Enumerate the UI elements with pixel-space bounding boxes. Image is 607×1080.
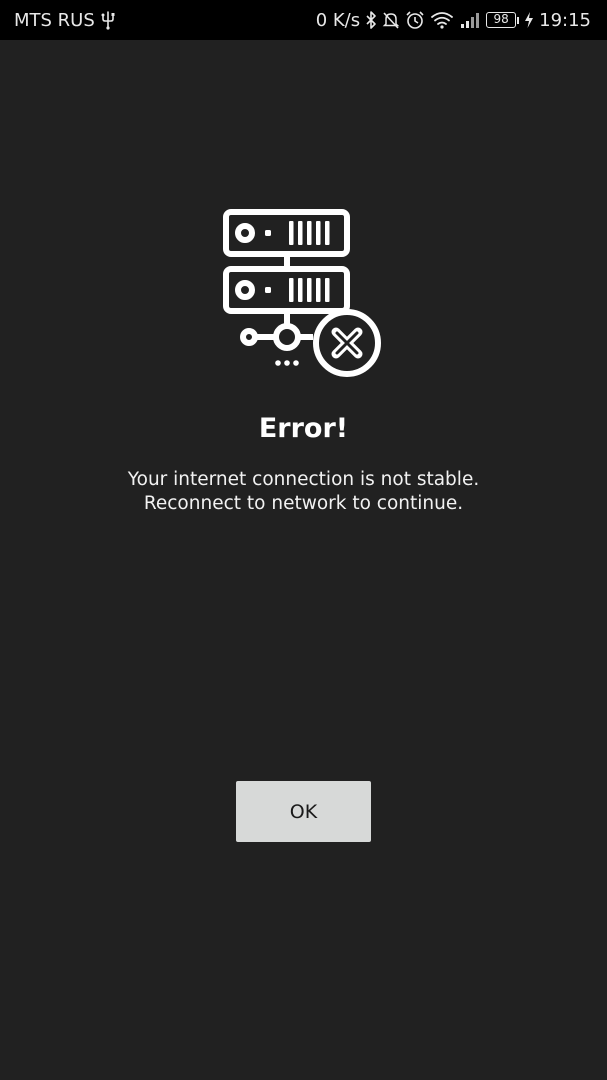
- status-bar: MTS RUS 0 K/s 98 19:15: [0, 0, 607, 40]
- battery-level: 98: [486, 12, 517, 28]
- charging-icon: [524, 10, 534, 30]
- signal-icon: [459, 10, 481, 30]
- usb-icon: [101, 10, 115, 30]
- error-title: Error!: [258, 413, 349, 444]
- error-message: Your internet connection is not stable. …: [0, 468, 607, 516]
- network-speed: 0 K/s: [315, 9, 361, 31]
- server-error-icon: [223, 209, 381, 377]
- carrier-name: MTS RUS: [14, 9, 95, 31]
- error-message-line: Reconnect to network to continue.: [143, 493, 464, 514]
- mute-icon: [382, 10, 400, 30]
- battery-icon: 98: [486, 12, 520, 28]
- alarm-icon: [405, 10, 425, 30]
- ok-button[interactable]: OK: [236, 781, 371, 842]
- wifi-icon: [430, 10, 454, 30]
- clock: 19:15: [539, 9, 591, 31]
- status-bar-right: 0 K/s 98 19:15: [316, 0, 591, 40]
- status-bar-left: MTS RUS: [14, 0, 115, 40]
- bluetooth-icon: [365, 10, 377, 30]
- error-message-line: Your internet connection is not stable.: [127, 469, 480, 490]
